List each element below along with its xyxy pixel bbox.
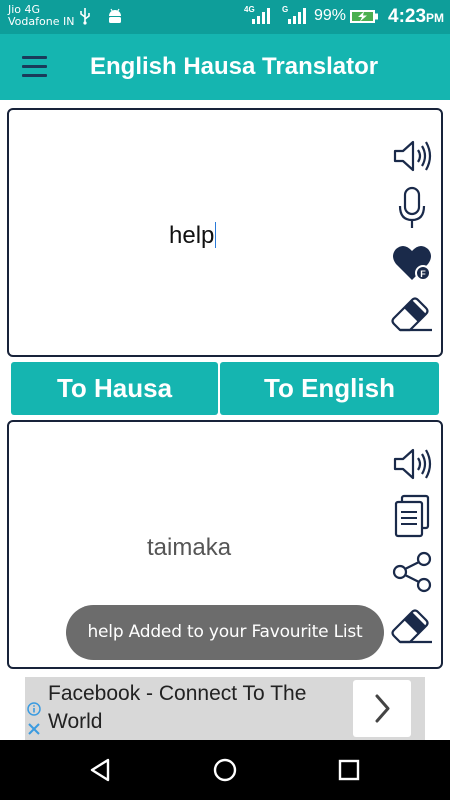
speaker-icon[interactable] xyxy=(390,442,434,486)
svg-text:F: F xyxy=(420,269,426,279)
microphone-icon[interactable] xyxy=(390,186,434,230)
speaker-icon[interactable] xyxy=(390,134,434,178)
to-english-button[interactable]: To English xyxy=(220,362,439,415)
app-title: English Hausa Translator xyxy=(90,53,379,80)
signal-icon xyxy=(252,8,270,24)
signal-icon xyxy=(288,8,306,24)
eraser-icon[interactable] xyxy=(390,602,434,646)
input-text-value: help xyxy=(169,222,215,249)
text-cursor xyxy=(215,222,217,248)
clock-time: 4:23 xyxy=(388,6,427,27)
carrier-info: Jio 4G Vodafone IN xyxy=(8,4,74,28)
recents-icon[interactable] xyxy=(332,753,366,787)
copy-icon[interactable] xyxy=(390,494,434,538)
chevron-right-icon[interactable] xyxy=(353,680,411,737)
carrier-2: Vodafone IN xyxy=(8,15,75,28)
clock: 4:23PM xyxy=(388,6,444,28)
android-icon xyxy=(109,8,121,23)
hamburger-menu-icon[interactable] xyxy=(22,56,48,78)
eraser-icon[interactable] xyxy=(390,290,434,334)
battery-percent: 99% xyxy=(314,7,347,24)
close-icon[interactable] xyxy=(27,722,41,736)
ad-banner[interactable]: Facebook - Connect To The World xyxy=(25,677,425,740)
input-panel[interactable]: help F xyxy=(7,108,443,357)
info-icon[interactable] xyxy=(27,702,41,716)
status-bar: Jio 4G Vodafone IN 4G G 99% 4:23PM xyxy=(0,0,450,34)
usb-icon xyxy=(80,8,90,25)
battery-charging-icon xyxy=(350,10,378,23)
back-icon[interactable] xyxy=(84,753,118,787)
to-hausa-button[interactable]: To Hausa xyxy=(11,362,218,415)
navigation-bar xyxy=(0,740,450,800)
output-text: taimaka xyxy=(147,534,232,561)
ad-text[interactable]: Facebook - Connect To The World xyxy=(48,680,358,736)
app-bar: English Hausa Translator xyxy=(0,34,450,100)
toast-message: help Added to your Favourite List xyxy=(66,605,384,660)
input-text-field[interactable]: help xyxy=(169,222,217,250)
home-icon[interactable] xyxy=(208,753,242,787)
favourite-heart-icon[interactable]: F xyxy=(390,240,434,284)
clock-suffix: PM xyxy=(426,11,445,25)
share-icon[interactable] xyxy=(390,550,434,594)
